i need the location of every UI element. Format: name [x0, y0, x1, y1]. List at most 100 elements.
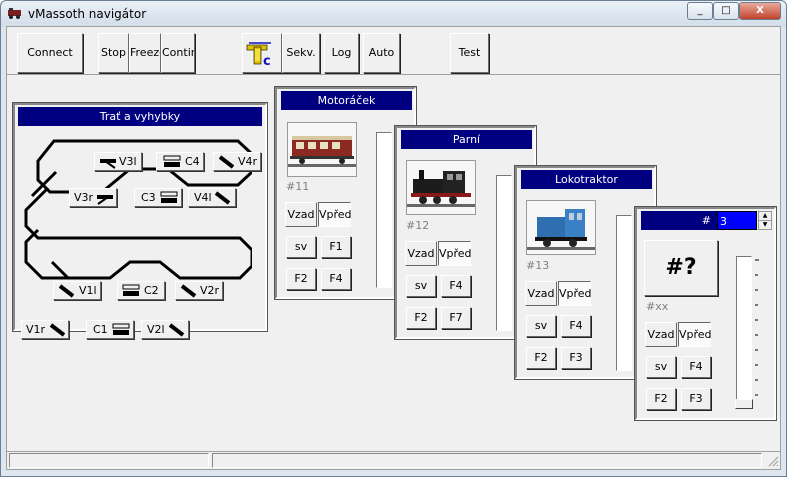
switch-c2-label: C2	[144, 284, 159, 297]
address-input[interactable]: 3	[717, 211, 757, 230]
log-label: Log	[331, 46, 352, 59]
direction-toggle[interactable]: Vzad Vpřed	[645, 322, 712, 347]
switch-v4l-button[interactable]: V4l	[188, 188, 236, 207]
function-button-2[interactable]: F2	[526, 347, 556, 369]
switch-v2l-label: V2l	[147, 323, 165, 336]
connect-button[interactable]: Connect	[17, 33, 83, 73]
freeze-button[interactable]: Freeze	[129, 33, 161, 73]
function-button-3[interactable]: F7	[441, 307, 471, 329]
function-button-3[interactable]: F4	[321, 268, 351, 290]
switch-c1-button[interactable]: C1	[86, 320, 134, 339]
test-button[interactable]: Test	[450, 33, 489, 73]
switch-diagonal-icon	[58, 284, 75, 298]
speed-slider-thumb[interactable]	[735, 399, 753, 409]
spin-down-icon[interactable]: ▼	[759, 221, 771, 229]
reverse-button[interactable]: Vzad	[405, 241, 437, 266]
switch-c3-label: C3	[141, 191, 156, 204]
switch-diagonal-icon	[214, 191, 231, 205]
loco-photo-railcar[interactable]	[287, 122, 357, 177]
svg-text:c: c	[263, 54, 271, 69]
speed-slider[interactable]	[496, 175, 512, 331]
main-window: vMassoth navigátor _ □ X Connect Stop Fr…	[0, 0, 787, 477]
switch-v3r-button[interactable]: V3r	[69, 188, 117, 207]
switch-v4r-button[interactable]: V4r	[213, 152, 261, 171]
switch-diagonal-icon	[180, 284, 197, 298]
window-title: vMassoth navigátor	[28, 7, 147, 21]
switch-v1l-button[interactable]: V1l	[53, 281, 101, 300]
status-bar	[7, 451, 780, 469]
status-pane-2	[212, 453, 762, 468]
function-button-2[interactable]: F2	[406, 307, 436, 329]
turntable-button[interactable]: c	[242, 33, 282, 73]
close-icon: X	[756, 5, 764, 16]
function-button-1[interactable]: F1	[321, 236, 351, 258]
switch-diagonal-icon	[49, 323, 66, 337]
speed-slider[interactable]	[735, 256, 753, 409]
railcar-image	[288, 123, 356, 176]
continue-button[interactable]: Continu	[161, 33, 195, 73]
forward-button[interactable]: Vpřed	[318, 202, 352, 227]
loco-photo-steam[interactable]	[406, 160, 476, 215]
function-button-3[interactable]: F3	[681, 388, 711, 410]
switch-v2l-button[interactable]: V2l	[141, 320, 189, 339]
sequence-label: Sekv.	[286, 46, 316, 59]
switch-c4-button[interactable]: C4	[156, 152, 204, 171]
reverse-button[interactable]: Vzad	[645, 322, 677, 347]
light-button[interactable]: sv	[526, 315, 556, 337]
function-button-1[interactable]: F4	[681, 356, 711, 378]
minimize-button[interactable]: _	[687, 2, 713, 20]
log-button[interactable]: Log	[324, 33, 359, 73]
switch-v2r-label: V2r	[200, 284, 220, 297]
forward-button[interactable]: Vpřed	[438, 241, 472, 266]
reverse-button[interactable]: Vzad	[525, 281, 557, 306]
auto-button[interactable]: Auto	[363, 33, 400, 73]
switch-c2-button[interactable]: C2	[117, 281, 165, 300]
switch-v3l-button[interactable]: V3l	[94, 152, 142, 171]
function-button-3[interactable]: F3	[561, 347, 591, 369]
turntable-icon: c	[246, 42, 271, 69]
address-label: #	[641, 211, 717, 230]
function-button-2[interactable]: F2	[646, 388, 676, 410]
speed-slider[interactable]	[616, 215, 632, 371]
maximize-button[interactable]: □	[713, 2, 739, 20]
train-app-icon	[8, 8, 21, 19]
switch-diagonal-icon	[168, 323, 185, 337]
switch-v2r-button[interactable]: V2r	[175, 281, 223, 300]
address-spinner[interactable]: ▲ ▼	[758, 211, 772, 230]
direction-toggle[interactable]: Vzad Vpřed	[405, 241, 472, 266]
connect-label: Connect	[27, 46, 73, 59]
unknown-loco-button[interactable]: #?	[644, 240, 718, 296]
test-label: Test	[458, 46, 481, 59]
continue-label: Continu	[162, 46, 194, 59]
track-title: Trať a vyhybky	[18, 107, 262, 126]
light-button[interactable]: sv	[646, 356, 676, 378]
function-button-1[interactable]: F4	[561, 315, 591, 337]
light-button[interactable]: sv	[286, 236, 316, 258]
direction-toggle[interactable]: Vzad Vpřed	[285, 202, 352, 227]
switch-v3r-label: V3r	[74, 191, 94, 204]
direction-toggle[interactable]: Vzad Vpřed	[525, 281, 592, 306]
close-button[interactable]: X	[739, 2, 781, 20]
loco-number: #13	[526, 259, 550, 272]
auto-label: Auto	[368, 46, 395, 59]
loco-number: #xx	[646, 300, 669, 313]
speed-slider[interactable]	[376, 132, 392, 288]
switch-v3l-label: V3l	[119, 155, 137, 168]
switch-v1r-button[interactable]: V1r	[21, 320, 69, 339]
light-button[interactable]: sv	[406, 275, 436, 297]
reverse-button[interactable]: Vzad	[285, 202, 317, 227]
forward-button[interactable]: Vpřed	[558, 281, 592, 306]
forward-button[interactable]: Vpřed	[678, 322, 712, 347]
crossing-icon	[122, 284, 140, 296]
loco-photo-tractor[interactable]	[526, 200, 596, 255]
client-area: Connect Stop Freeze Continu c Sekv. Log …	[6, 26, 781, 470]
sequence-button[interactable]: Sekv.	[282, 33, 320, 73]
switch-c3-button[interactable]: C3	[134, 188, 182, 207]
function-button-1[interactable]: F4	[441, 275, 471, 297]
function-button-2[interactable]: F2	[286, 268, 316, 290]
stop-button[interactable]: Stop	[98, 33, 129, 73]
switch-right-icon	[97, 195, 113, 205]
spin-up-icon[interactable]: ▲	[759, 212, 771, 221]
loco-title: Lokotraktor	[521, 170, 652, 189]
resize-grip-icon[interactable]	[767, 455, 779, 467]
